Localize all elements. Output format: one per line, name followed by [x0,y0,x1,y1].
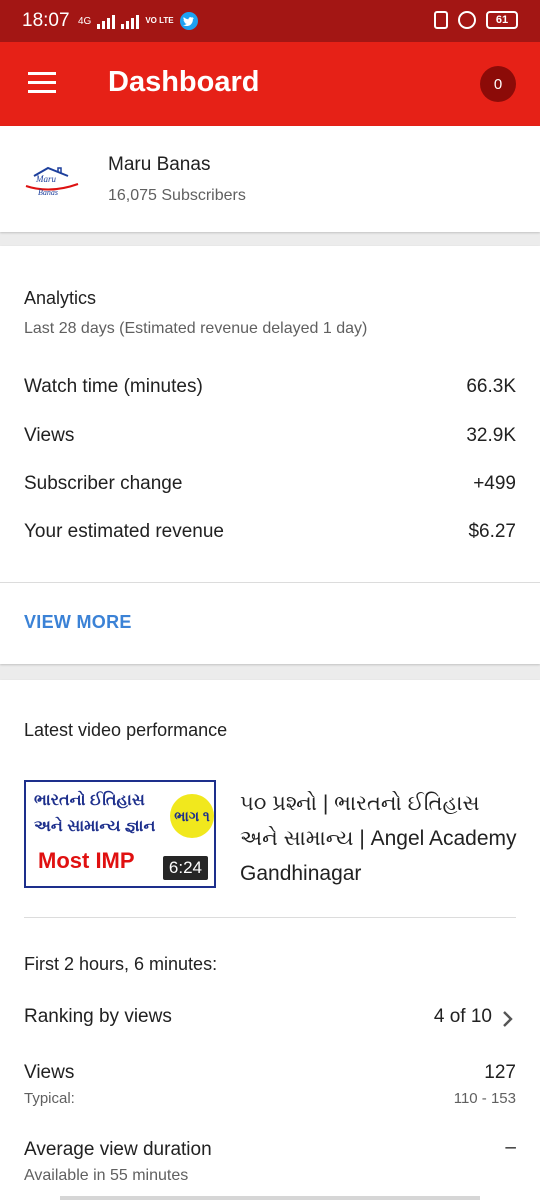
hamburger-menu-icon[interactable] [28,72,56,94]
metric-value: 32.9K [466,425,516,446]
page-title: Dashboard [108,66,260,98]
thumbnail-highlight: Most IMP [38,848,135,873]
typical-label: Typical: [24,1090,75,1107]
subscriber-count: 16,075 Subscribers [108,187,246,204]
metric-label: Watch time (minutes) [24,376,203,397]
thumbnail-badge: ભાગ ૧ [170,794,214,838]
period-label: First 2 hours, 6 minutes: [24,954,218,974]
views-value: 127 [484,1062,516,1083]
video-duration: 6:24 [162,856,208,880]
avg-duration-note: Available in 55 minutes [24,1167,189,1184]
bottom-tab-strip [60,1196,480,1200]
logo-text-top: Maru [35,174,56,184]
alarm-icon [458,11,476,29]
views-label: Views [24,1062,75,1083]
status-right-icons: 61 [434,11,518,29]
analytics-title: Analytics [24,288,97,308]
latest-video-title: Latest video performance [24,720,228,740]
metric-label: Your estimated revenue [24,521,224,542]
network-type: 4G [78,15,92,27]
ranking-label[interactable]: Ranking by views [24,1006,172,1028]
status-left-icons: 4G VO LTE [78,12,198,30]
latest-video-card [0,680,540,1200]
signal-icon [97,13,116,29]
channel-logo: Maru Banas [25,166,79,197]
metric-value: 66.3K [466,376,516,397]
logo-text-bottom: Banas [38,188,58,197]
metric-value: $6.27 [468,521,516,542]
status-time: 18:07 [22,10,70,31]
vibrate-icon [434,11,448,29]
ranking-value[interactable]: 4 of 10 [434,1006,492,1028]
view-more-link[interactable]: VIEW MORE [24,612,132,633]
divider [24,917,516,918]
battery-icon: 61 [486,11,518,29]
metric-label: Views [24,425,75,446]
channel-name[interactable]: Maru Banas [108,154,210,176]
status-bar: 18:07 4G VO LTE 61 [0,0,540,42]
typical-value: 110 - 153 [453,1090,516,1107]
app-bar: Dashboard 0 [0,42,540,126]
analytics-subtitle: Last 28 days (Estimated revenue delayed … [24,320,368,337]
notification-badge[interactable]: 0 [480,66,516,102]
thumbnail-line-2: અને સામાન્ય જ્ઞાન [34,818,156,835]
channel-card [0,126,540,232]
avg-duration-value: – [505,1137,516,1158]
volte-label: VO LTE [145,16,174,25]
thumbnail-line-1: ભારતનો ઈતિહાસ [34,792,145,809]
signal-icon-2 [121,13,140,29]
chevron-right-icon[interactable] [500,1009,516,1029]
divider [0,582,540,583]
avg-duration-label: Average view duration [24,1139,212,1160]
metric-label: Subscriber change [24,473,183,494]
video-title[interactable]: ૫૦ પ્રશ્નો | ભારતનો ઈતિહાસ અને સામાન્ય |… [240,786,520,891]
metric-value: +499 [473,473,516,494]
video-thumbnail[interactable]: ભારતનો ઈતિહાસ અને સામાન્ય જ્ઞાન ભાગ ૧ Mo… [24,780,216,888]
twitter-icon [179,12,198,30]
